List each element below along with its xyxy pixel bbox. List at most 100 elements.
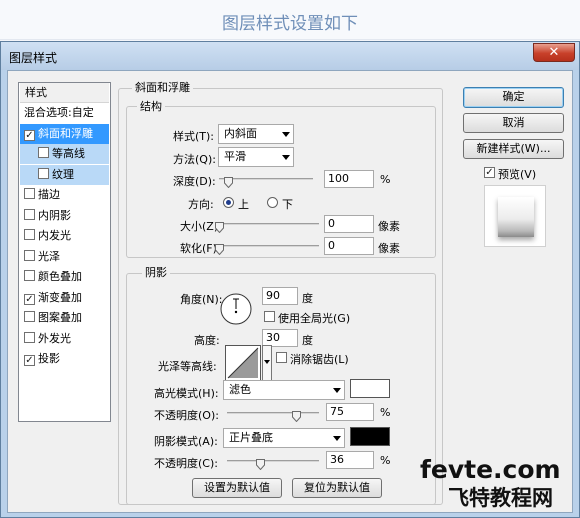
soften-input[interactable]: 0 [324, 237, 374, 255]
angle-label: 角度(N): [180, 293, 223, 306]
styles-list-item-label: 外发光 [38, 331, 71, 345]
styles-list-checkbox[interactable] [24, 229, 35, 240]
highlight-opacity-unit: % [380, 406, 391, 419]
styles-list-item[interactable]: 图案叠加 [20, 308, 109, 328]
close-button[interactable]: ✕ [533, 43, 575, 62]
shadow-opacity-unit: % [380, 454, 391, 467]
styles-list-checkbox[interactable]: ✓ [24, 355, 35, 366]
shadow-opacity-slider-thumb[interactable] [256, 459, 266, 470]
direction-down-radio[interactable] [267, 197, 278, 208]
article-banner: 图层样式设置如下 [0, 0, 580, 40]
styles-list-item-label: 混合选项:自定 [24, 106, 94, 119]
size-input[interactable]: 0 [324, 215, 374, 233]
title-bar[interactable]: 图层样式 ✕ [1, 42, 579, 70]
direction-up-radio[interactable] [223, 197, 234, 208]
styles-list-item-label: 渐变叠加 [38, 290, 82, 304]
styles-list-item[interactable]: 描边 [20, 185, 109, 205]
direction-label: 方向: [188, 198, 214, 211]
styles-list-item[interactable]: 外发光 [20, 329, 109, 349]
shadow-opacity-slider[interactable] [227, 460, 319, 462]
angle-input[interactable]: 90 [262, 287, 298, 305]
styles-list-checkbox[interactable]: ✓ [24, 293, 35, 305]
technique-select-value: 平滑 [224, 150, 246, 163]
styles-list-checkbox[interactable] [24, 249, 35, 261]
styles-list-checkbox[interactable] [24, 188, 35, 199]
shading-title: 阴影 [142, 266, 170, 279]
window-title: 图层样式 [9, 51, 58, 65]
styles-list-item[interactable]: 内阴影 [20, 206, 109, 226]
soften-unit: 像素 [378, 242, 400, 255]
styles-list-checkbox[interactable] [38, 167, 49, 179]
highlight-color-swatch[interactable] [350, 379, 390, 398]
styles-list-item[interactable]: 颜色叠加 [20, 267, 109, 287]
style-select[interactable]: 内斜面 [218, 124, 294, 144]
styles-list-item[interactable]: ✓ 渐变叠加 [20, 288, 109, 308]
chevron-down-icon [264, 360, 270, 364]
angle-dial[interactable] [220, 293, 252, 325]
angle-unit: 度 [302, 292, 313, 305]
chevron-down-icon [333, 388, 341, 393]
shadow-mode-select[interactable]: 正片叠底 [223, 428, 345, 448]
styles-list-checkbox[interactable] [24, 270, 35, 281]
styles-list-checkbox[interactable]: ✓ [24, 129, 35, 141]
styles-list-item[interactable]: ✓ 投影 [20, 349, 109, 369]
styles-list-item-label: 图案叠加 [38, 311, 82, 324]
highlight-mode-value: 滤色 [229, 383, 251, 396]
highlight-opacity-input[interactable]: 75 [326, 403, 374, 421]
styles-list-item-label: 内发光 [38, 229, 71, 242]
styles-list-item-label: 描边 [38, 188, 60, 201]
chevron-down-icon [282, 155, 290, 160]
structure-title: 结构 [137, 100, 165, 113]
highlight-opacity-slider[interactable] [227, 412, 319, 414]
layer-style-dialog: 图层样式 ✕ 样式 混合选项:自定 ✓ 斜面和浮雕 等高线 纹理 描边 内阴影 内发光 光泽 颜色… [0, 41, 580, 518]
new-style-button[interactable]: 新建样式(W)... [463, 139, 564, 159]
styles-list-checkbox[interactable] [38, 147, 49, 158]
styles-list: 样式 混合选项:自定 ✓ 斜面和浮雕 等高线 纹理 描边 内阴影 内发光 光泽 颜色叠加 ✓ 渐变叠加… [18, 82, 111, 422]
depth-unit: % [380, 173, 391, 186]
cancel-button[interactable]: 取消 [463, 113, 564, 133]
watermark-domain: fevte.com [420, 455, 561, 484]
highlight-mode-select[interactable]: 滤色 [223, 380, 345, 400]
gloss-contour-dropdown[interactable] [262, 345, 272, 381]
size-slider[interactable] [219, 223, 319, 225]
styles-list-item[interactable]: 纹理 [20, 164, 109, 185]
preview-swatch [498, 197, 534, 237]
banner-text: 图层样式设置如下 [222, 14, 358, 34]
preview-checkbox[interactable]: ✓ [484, 167, 495, 178]
direction-up-label: 上 [238, 198, 249, 211]
styles-list-item[interactable]: 等高线 [20, 144, 109, 164]
styles-list-item[interactable]: 内发光 [20, 226, 109, 246]
size-slider-thumb[interactable] [215, 222, 224, 233]
highlight-opacity-slider-thumb[interactable] [292, 411, 301, 422]
highlight-opacity-label: 不透明度(O): [154, 409, 219, 422]
dialog-client: 样式 混合选项:自定 ✓ 斜面和浮雕 等高线 纹理 描边 内阴影 内发光 光泽 颜色叠加 ✓ 渐变叠加… [7, 70, 573, 513]
technique-select[interactable]: 平滑 [218, 147, 294, 167]
styles-list-checkbox[interactable] [24, 331, 35, 343]
depth-slider-thumb[interactable] [224, 177, 234, 188]
make-default-button[interactable]: 设置为默认值 [192, 478, 282, 498]
close-icon: ✕ [548, 45, 560, 60]
altitude-unit: 度 [302, 334, 313, 347]
style-preview [484, 185, 546, 247]
chevron-down-icon [333, 436, 341, 441]
styles-list-item[interactable]: 光泽 [20, 247, 109, 267]
styles-list-item[interactable]: ✓ 斜面和浮雕 [20, 123, 109, 144]
soften-slider-thumb[interactable] [215, 244, 224, 255]
anti-aliased-checkbox[interactable] [276, 352, 287, 363]
styles-list-item-label: 投影 [38, 352, 60, 365]
shadow-mode-value: 正片叠底 [229, 431, 273, 444]
styles-list-item[interactable]: 混合选项:自定 [20, 103, 109, 123]
reset-default-button[interactable]: 复位为默认值 [292, 478, 382, 498]
global-light-checkbox[interactable] [264, 311, 275, 322]
ok-button[interactable]: 确定 [463, 87, 564, 108]
styles-list-checkbox[interactable] [24, 208, 35, 220]
style-select-value: 内斜面 [224, 127, 257, 140]
shadow-opacity-input[interactable]: 36 [326, 451, 374, 469]
shadow-color-swatch[interactable] [350, 427, 390, 446]
gloss-contour-picker[interactable] [225, 345, 261, 381]
technique-label: 方法(Q): [173, 153, 216, 166]
watermark-site-name: 飞特教程网 [448, 486, 553, 510]
styles-list-checkbox[interactable] [24, 311, 35, 322]
depth-input[interactable]: 100 [324, 170, 374, 188]
soften-slider[interactable] [219, 245, 319, 247]
